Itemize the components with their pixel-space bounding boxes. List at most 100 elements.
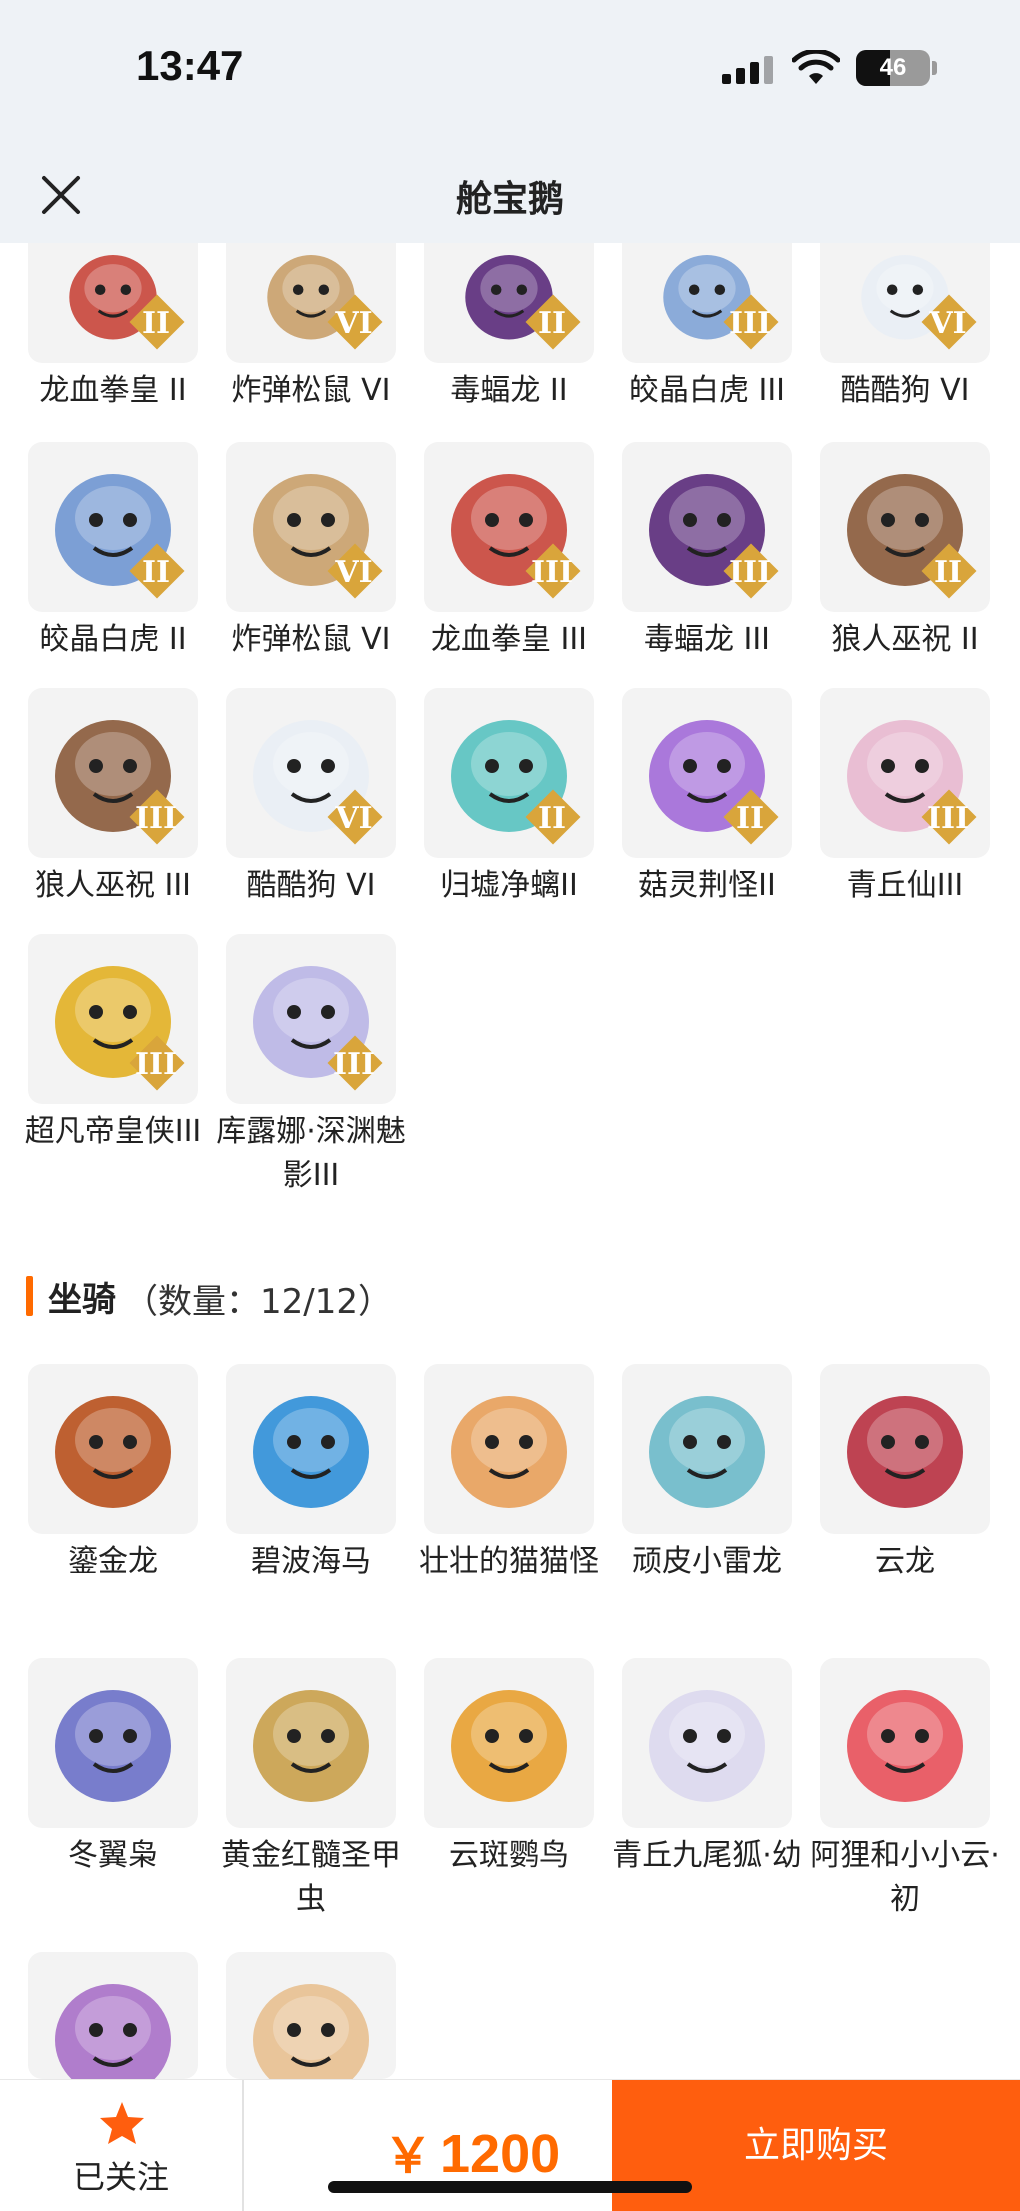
mount-thumbnail	[226, 1658, 396, 1828]
home-indicator	[328, 2181, 692, 2193]
battery-tip	[932, 61, 937, 75]
pet-card[interactable]: VI 炸弹松鼠 VI	[226, 442, 396, 662]
pet-card[interactable]: III 狼人巫祝 III	[28, 688, 198, 908]
pet-card[interactable]: II 狼人巫祝 II	[820, 442, 990, 662]
rank-badge-text: III	[134, 1047, 178, 1082]
pet-card[interactable]: III 皎晶白虎 III	[622, 243, 792, 413]
pet-name: 炸弹松鼠 VI	[231, 373, 391, 408]
mount-thumbnail	[226, 1364, 396, 1534]
pet-thumbnail: II	[622, 688, 792, 858]
star-icon	[100, 2102, 144, 2144]
mount-card[interactable]: 云斑鹦鸟	[424, 1658, 594, 1878]
mount-name: 青丘九尾狐·幼	[612, 1838, 802, 1873]
pet-thumbnail: III	[28, 934, 198, 1104]
pet-name: 狼人巫祝 II	[831, 622, 979, 657]
mount-name: 冬翼枭	[68, 1838, 158, 1873]
mount-image	[847, 1396, 963, 1508]
mount-image	[55, 1984, 171, 2079]
mount-image	[451, 1396, 567, 1508]
pet-card[interactable]: III 毒蝠龙 III	[622, 442, 792, 662]
pet-card[interactable]: III 龙血拳皇 III	[424, 442, 594, 662]
mount-card[interactable]: 阿狸和小小云·初	[810, 1658, 1000, 1922]
mount-name: 黄金红髓圣甲虫	[221, 1838, 401, 1917]
rank-badge-text: VI	[335, 306, 373, 341]
mount-card[interactable]: 壮壮的猫猫怪	[419, 1364, 599, 1584]
pet-card[interactable]: VI 酷酷狗 VI	[820, 243, 990, 413]
mount-name: 顽皮小雷龙	[632, 1544, 782, 1579]
pet-thumbnail: VI	[820, 243, 990, 363]
mount-card[interactable]: 碧波海马	[226, 1364, 396, 1584]
pet-thumbnail: III	[226, 934, 396, 1104]
pet-thumbnail: III	[28, 688, 198, 858]
pet-card[interactable]: VI 酷酷狗 VI	[226, 688, 396, 908]
mount-name: 云龙	[875, 1544, 935, 1579]
pet-card[interactable]: II 归墟净螭II	[424, 688, 594, 908]
pet-name: 菇灵荆怪II	[638, 868, 776, 903]
mount-thumbnail	[424, 1364, 594, 1534]
mount-image	[253, 1690, 369, 1802]
battery-icon: 46	[856, 50, 930, 86]
mount-card[interactable]: 冬翼枭	[28, 1658, 198, 1878]
pet-card[interactable]: II 菇灵荆怪II	[622, 688, 792, 908]
pet-name: 皎晶白虎 II	[39, 622, 187, 657]
rank-badge-text: II	[141, 306, 171, 341]
follow-button[interactable]: 已关注	[0, 2080, 244, 2211]
pet-name: 超凡帝皇侠III	[24, 1114, 202, 1149]
pet-thumbnail: VI	[226, 243, 396, 363]
pet-name: 归墟净螭II	[440, 868, 578, 903]
mount-card[interactable]	[226, 1952, 396, 2085]
mount-image	[55, 1690, 171, 1802]
pet-thumbnail: II	[28, 442, 198, 612]
pet-thumbnail: VI	[226, 688, 396, 858]
cellular-signal-icon	[722, 54, 774, 84]
pet-name: 酷酷狗 VI	[246, 868, 376, 903]
pet-thumbnail: II	[424, 243, 594, 363]
pet-name: 毒蝠龙 II	[450, 373, 568, 408]
pet-thumbnail: II	[820, 442, 990, 612]
mount-card[interactable]: 顽皮小雷龙	[622, 1364, 792, 1584]
pet-card[interactable]: II 皎晶白虎 II	[28, 442, 198, 662]
pet-name: 青丘仙III	[846, 868, 964, 903]
mount-card[interactable]: 青丘九尾狐·幼	[612, 1658, 802, 1878]
mount-image	[649, 1396, 765, 1508]
mount-card[interactable]: 鎏金龙	[28, 1364, 198, 1584]
mount-thumbnail	[28, 1658, 198, 1828]
pet-thumbnail: VI	[226, 442, 396, 612]
pet-card[interactable]: III 青丘仙III	[820, 688, 990, 908]
rank-badge-text: VI	[335, 555, 373, 590]
pet-card[interactable]: III 超凡帝皇侠III	[25, 934, 201, 1154]
rank-badge-text: VI	[929, 306, 967, 341]
section-title: 坐骑	[48, 1280, 116, 1320]
pet-card[interactable]: III 库露娜·深渊魅影III	[216, 934, 406, 1198]
mount-image	[253, 1984, 369, 2079]
mount-thumbnail	[820, 1658, 990, 1828]
mount-card[interactable]: 云龙	[820, 1364, 990, 1584]
pet-thumbnail: III	[622, 442, 792, 612]
mount-thumbnail	[424, 1658, 594, 1828]
rank-badge-text: II	[933, 555, 963, 590]
rank-badge-text: II	[735, 801, 765, 836]
rank-badge-text: III	[134, 801, 178, 836]
mount-name: 碧波海马	[251, 1544, 371, 1579]
pet-thumbnail: III	[622, 243, 792, 363]
section-count: （数量：12/12）	[124, 1282, 392, 1322]
mount-card[interactable]: 黄金红髓圣甲虫	[221, 1658, 401, 1922]
pet-name: 狼人巫祝 III	[34, 868, 192, 903]
pet-card[interactable]: VI 炸弹松鼠 VI	[226, 243, 396, 413]
mount-image	[451, 1690, 567, 1802]
pet-name: 皎晶白虎 III	[628, 373, 786, 408]
pet-card[interactable]: II 龙血拳皇 II	[28, 243, 198, 413]
page-title: 舱宝鹅	[455, 179, 564, 220]
status-time: 13:47	[136, 42, 244, 89]
mount-name: 云斑鹦鸟	[449, 1838, 569, 1873]
pet-name: 龙血拳皇 III	[430, 622, 588, 657]
price-symbol: ￥	[384, 2130, 433, 2183]
wifi-icon	[792, 50, 840, 84]
pet-card[interactable]: II 毒蝠龙 II	[424, 243, 594, 413]
price-value: 1200	[440, 2124, 561, 2184]
rank-badge-text: III	[728, 306, 772, 341]
rank-badge-text: II	[537, 801, 567, 836]
rank-badge-text: VI	[335, 801, 373, 836]
price: ￥ 1200	[384, 2116, 560, 2186]
mount-card[interactable]	[28, 1952, 198, 2085]
